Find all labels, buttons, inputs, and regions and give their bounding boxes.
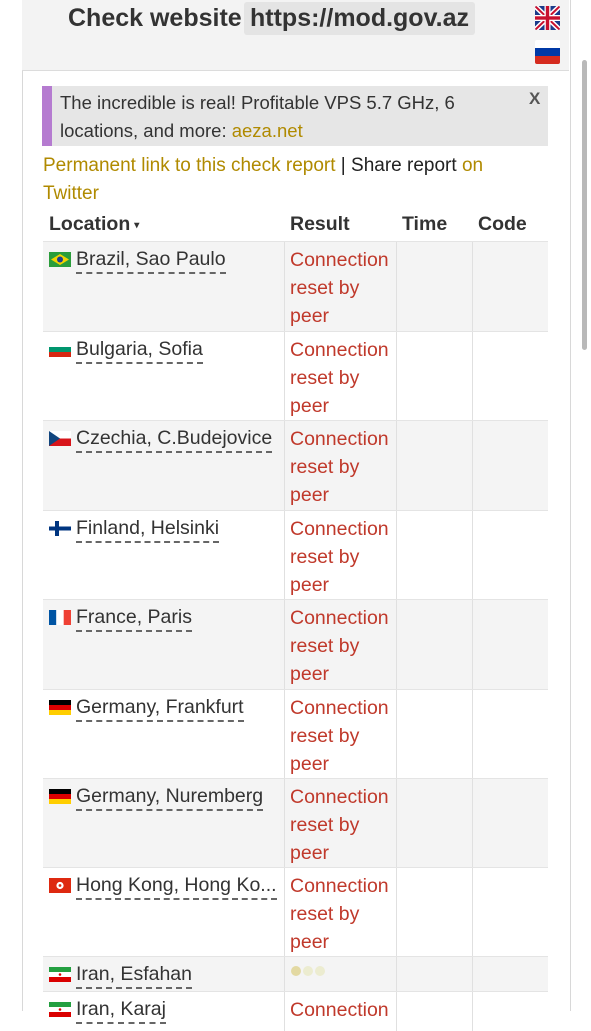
column-divider <box>472 779 473 867</box>
table-row: Czechia, C.Budejovice Connection reset by… <box>43 420 548 510</box>
column-divider <box>472 421 473 510</box>
column-divider <box>472 242 473 331</box>
table-row: Brazil, Sao Paulo Connection reset by pee… <box>43 241 548 331</box>
location-link[interactable]: Brazil, Sao Paulo <box>76 248 226 274</box>
column-divider <box>284 779 285 867</box>
permalink-link[interactable]: Permanent link to this check report <box>43 155 336 176</box>
loading-dot <box>315 966 325 976</box>
table-row: Germany, Nuremberg Connection reset by pe… <box>43 778 548 867</box>
brazil-flag-icon <box>49 252 71 267</box>
location-link[interactable]: Czechia, C.Budejovice <box>76 427 273 453</box>
finland-flag-icon <box>49 521 71 536</box>
result-text: Connection <box>290 999 389 1021</box>
column-divider <box>284 868 285 956</box>
loading-dot <box>291 966 301 976</box>
result-text: Connection reset by peer <box>290 786 389 864</box>
result-text: Connection reset by peer <box>290 428 389 506</box>
column-header-result[interactable]: Result <box>290 213 350 236</box>
germany-flag-icon <box>49 700 71 715</box>
checked-url: https://mod.gov.az <box>244 2 475 35</box>
result-text: Connection reset by peer <box>290 607 389 685</box>
column-header-time[interactable]: Time <box>402 213 447 236</box>
iran-flag-icon <box>49 967 71 982</box>
table-row: Finland, Helsinki Connection reset by pee… <box>43 510 548 599</box>
czechia-flag-icon <box>49 431 71 446</box>
share-label: Share report <box>351 155 462 176</box>
column-divider <box>472 600 473 689</box>
english-flag-icon[interactable] <box>535 6 560 30</box>
column-divider <box>472 992 473 1031</box>
table-row: Iran, Karaj Connection <box>43 991 548 1031</box>
table-row: France, Paris Connection reset by peer <box>43 599 548 689</box>
ad-text: The incredible is real! Profitable VPS 5… <box>60 89 530 145</box>
column-divider <box>472 957 473 991</box>
location-link[interactable]: Finland, Helsinki <box>76 517 220 543</box>
column-divider <box>284 421 285 510</box>
scrollbar[interactable] <box>582 60 587 350</box>
table-row: Hong Kong, Hong Ko... Connection reset by… <box>43 867 548 956</box>
russian-flag-icon[interactable] <box>535 40 560 64</box>
location-link[interactable]: Iran, Karaj <box>76 998 166 1024</box>
column-header-location[interactable]: Location ▾ <box>49 213 139 236</box>
column-divider <box>472 690 473 778</box>
result-text: Connection reset by peer <box>290 249 389 327</box>
table-row: Germany, Frankfurt Connection reset by pe… <box>43 689 548 778</box>
column-divider <box>284 332 285 420</box>
column-divider <box>284 957 285 991</box>
column-divider <box>284 690 285 778</box>
page-title: Check website <box>68 4 242 32</box>
ad-close-button[interactable]: X <box>529 89 540 109</box>
location-link[interactable]: France, Paris <box>76 606 192 632</box>
location-link[interactable]: Germany, Frankfurt <box>76 696 244 722</box>
result-text: Connection reset by peer <box>290 518 389 596</box>
loading-indicator <box>291 963 327 981</box>
separator: | <box>335 155 352 176</box>
page-margin <box>0 0 22 1011</box>
table-row: Bulgaria, Sofia Connection reset by peer <box>43 331 548 420</box>
column-divider <box>396 957 397 991</box>
column-divider <box>472 868 473 956</box>
report-links: Permanent link to this check report | Sh… <box>43 152 543 208</box>
result-text: Connection reset by peer <box>290 697 389 775</box>
loading-dot <box>303 966 313 976</box>
hong-kong-flag-icon <box>49 878 71 893</box>
column-divider <box>472 332 473 420</box>
column-divider <box>284 511 285 599</box>
result-text: Connection reset by peer <box>290 339 389 417</box>
table-row: Iran, Esfahan <box>43 956 548 991</box>
result-text: Connection reset by peer <box>290 875 389 953</box>
germany-flag-icon <box>49 789 71 804</box>
location-header-label: Location <box>49 213 131 235</box>
location-link[interactable]: Iran, Esfahan <box>76 963 192 989</box>
sort-arrow-icon: ▾ <box>134 220 140 231</box>
ad-link[interactable]: aeza.net <box>232 120 303 141</box>
location-link[interactable]: Germany, Nuremberg <box>76 785 264 811</box>
column-divider <box>284 242 285 331</box>
column-header-code[interactable]: Code <box>478 213 527 236</box>
iran-flag-icon <box>49 1002 71 1017</box>
location-link[interactable]: Bulgaria, Sofia <box>76 338 203 364</box>
column-divider <box>284 992 285 1031</box>
column-divider <box>284 600 285 689</box>
france-flag-icon <box>49 610 71 625</box>
location-link[interactable]: Hong Kong, Hong Ko... <box>76 874 277 900</box>
column-divider <box>472 511 473 599</box>
bulgaria-flag-icon <box>49 342 71 357</box>
